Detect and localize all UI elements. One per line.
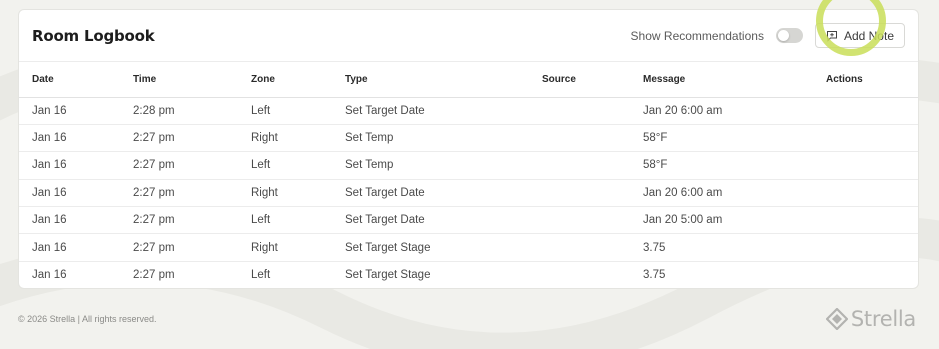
cell-source — [529, 233, 630, 262]
cell-zone: Left — [238, 97, 332, 125]
cell-zone: Right — [238, 179, 332, 208]
recommendations-label: Show Recommendations — [630, 28, 764, 43]
room-logbook-card: Room Logbook Show Recommendations Add No… — [18, 9, 919, 289]
table-header-row: Date Time Zone Type Source Message Actio… — [19, 62, 918, 98]
logbook-table: Date Time Zone Type Source Message Actio… — [19, 62, 918, 288]
cell-type: Set Target Date — [332, 206, 529, 235]
header-actions: Show Recommendations Add Note — [631, 23, 905, 48]
cell-date: Jan 16 — [19, 233, 120, 262]
copyright-text: © 2026 Strella | All rights reserved. — [18, 314, 157, 324]
cell-actions — [813, 261, 918, 288]
column-header-zone[interactable]: Zone — [238, 62, 332, 98]
toggle-knob — [777, 30, 789, 41]
cell-date: Jan 16 — [19, 124, 120, 153]
cell-actions — [813, 151, 918, 180]
cell-type: Set Target Stage — [332, 233, 529, 262]
cell-type: Set Temp — [332, 151, 529, 180]
cell-message: 58°F — [630, 124, 813, 153]
cell-source — [529, 124, 630, 153]
add-note-label: Add Note — [843, 28, 894, 43]
cell-date: Jan 16 — [19, 97, 120, 125]
strella-logo-icon — [825, 307, 849, 331]
brand-logo[interactable]: Strella — [825, 307, 916, 331]
cell-message: 58°F — [630, 151, 813, 180]
cell-actions — [813, 97, 918, 125]
table-row[interactable]: Jan 16 2:27 pm Left Set Target Date Jan … — [19, 206, 918, 235]
cell-actions — [813, 124, 918, 153]
cell-source — [529, 97, 630, 125]
cell-time: 2:27 pm — [120, 179, 238, 208]
cell-time: 2:27 pm — [133, 269, 175, 282]
add-note-button[interactable]: Add Note — [814, 23, 905, 48]
page-title: Room Logbook — [32, 26, 155, 45]
cell-source — [529, 151, 630, 180]
column-header-date[interactable]: Date — [19, 62, 120, 98]
note-plus-icon — [826, 30, 838, 42]
cell-message: Jan 20 6:00 am — [630, 97, 813, 125]
cell-date: Jan 16 — [19, 206, 120, 235]
cell-source — [529, 261, 630, 288]
recommendations-toggle[interactable] — [775, 28, 803, 43]
cell-message: Jan 20 5:00 am — [630, 206, 813, 235]
cell-type: Set Target Date — [332, 97, 529, 125]
table-row[interactable]: Jan 16 2:27 pm Left Set Temp 58°F — [19, 151, 918, 180]
cell-message: 3.75 — [630, 233, 813, 262]
table-row[interactable]: Jan 16 2:27 pm Right Set Target Date Jan… — [19, 179, 918, 208]
cell-zone: Right — [238, 233, 332, 262]
cell-date: Jan 16 — [32, 269, 67, 282]
cell-zone: Left — [238, 206, 332, 235]
cell-source — [529, 206, 630, 235]
cell-time: 2:27 pm — [120, 233, 238, 262]
cell-type: Set Target Date — [332, 179, 529, 208]
table-row[interactable]: Jan 16 2:27 pm Right Set Temp 58°F — [19, 124, 918, 153]
column-header-actions: Actions — [813, 62, 918, 98]
column-header-message[interactable]: Message — [630, 62, 813, 98]
cell-zone: Right — [238, 124, 332, 153]
column-header-source[interactable]: Source — [529, 62, 630, 98]
table-row[interactable]: Jan 16 2:27 pm Right Set Target Stage 3.… — [19, 233, 918, 262]
cell-actions — [813, 233, 918, 262]
card-header: Room Logbook Show Recommendations Add No… — [19, 10, 918, 62]
cell-zone: Left — [238, 151, 332, 180]
cell-type: Set Temp — [332, 124, 529, 153]
cell-time: 2:27 pm — [120, 124, 238, 153]
cell-date: Jan 16 — [19, 151, 120, 180]
table-row[interactable]: Jan 16 2:27 pm Left Set Target Stage 3.7… — [19, 261, 918, 288]
cell-time: 2:27 pm — [120, 151, 238, 180]
brand-name: Strella — [850, 307, 916, 331]
cell-zone: Left — [251, 269, 271, 282]
cell-time: 2:27 pm — [120, 206, 238, 235]
table-row[interactable]: Jan 16 2:28 pm Left Set Target Date Jan … — [19, 97, 918, 125]
cell-date: Jan 16 — [19, 179, 120, 208]
cell-message: 3.75 — [643, 269, 666, 282]
cell-message: Jan 20 6:00 am — [630, 179, 813, 208]
cell-source — [529, 179, 630, 208]
cell-actions — [813, 179, 918, 208]
column-header-type[interactable]: Type — [332, 62, 529, 98]
cell-type: Set Target Stage — [345, 269, 431, 282]
cell-time: 2:28 pm — [120, 97, 238, 125]
cell-actions — [813, 206, 918, 235]
column-header-time[interactable]: Time — [120, 62, 238, 98]
